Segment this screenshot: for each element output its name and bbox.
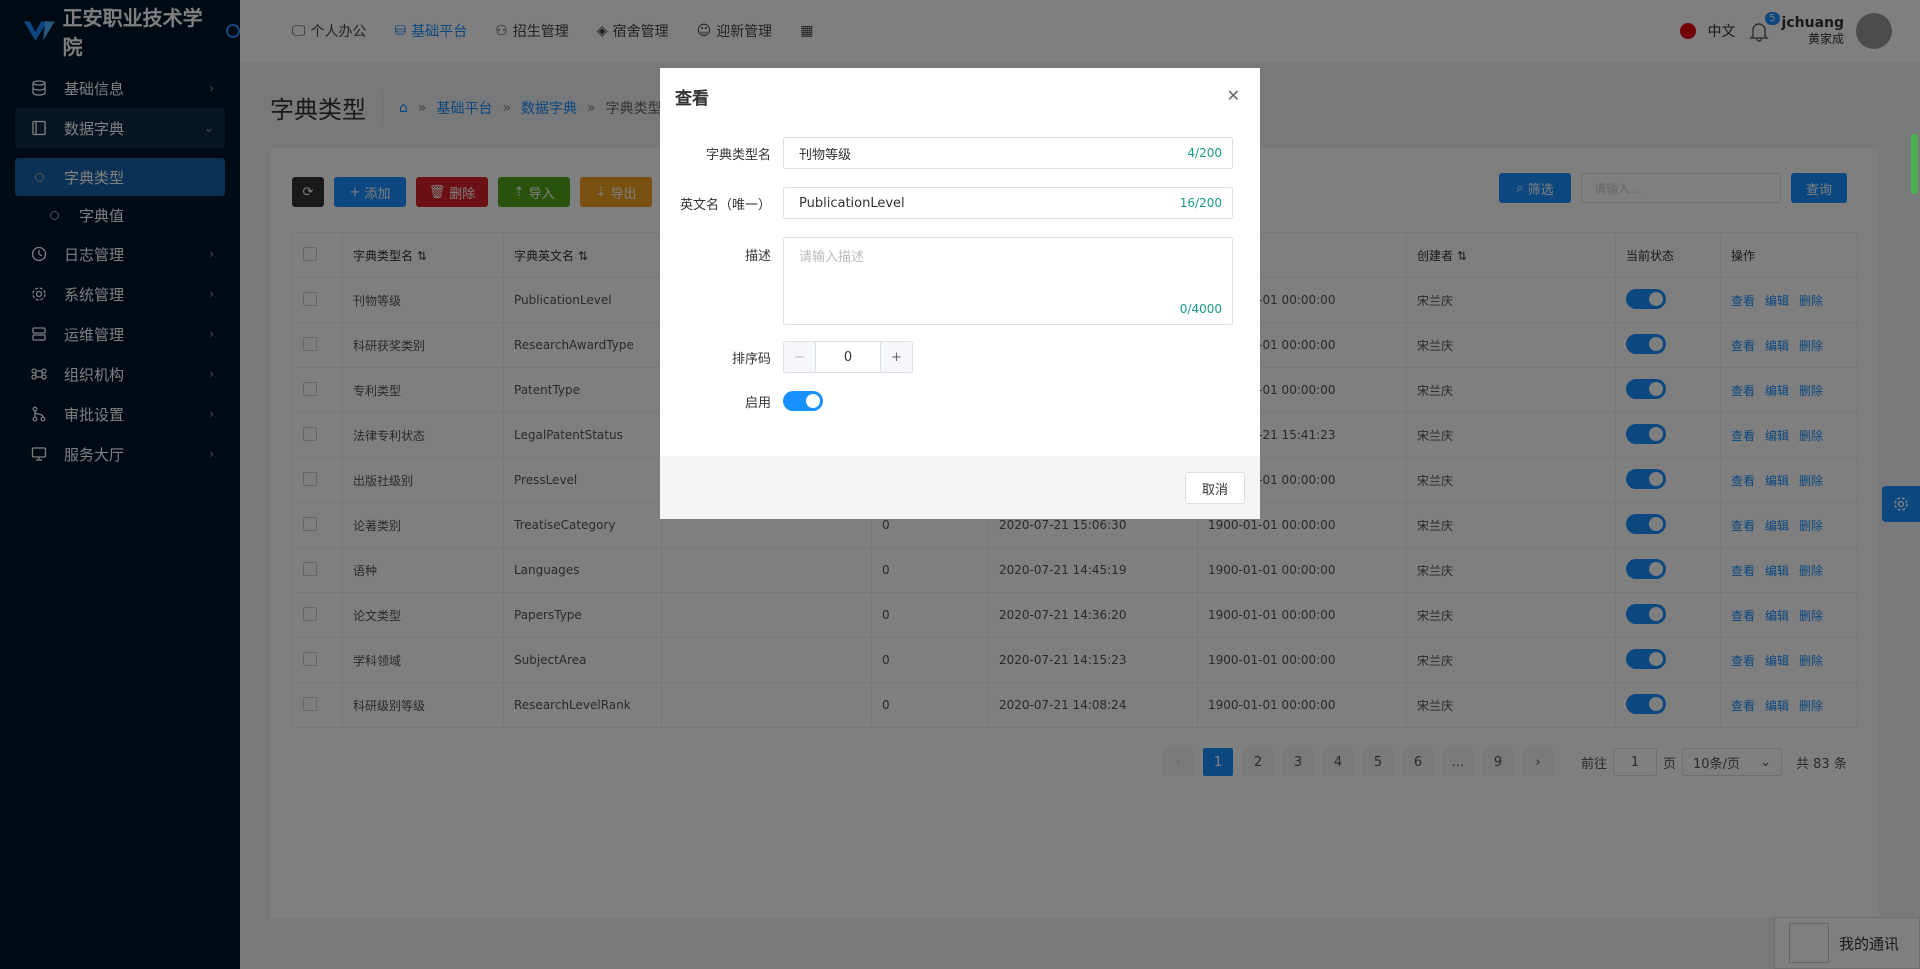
field-name-row: 字典类型名 刊物等级 4/200	[660, 137, 1233, 169]
name-value: 刊物等级	[799, 147, 852, 163]
english-name-field[interactable]: PublicationLevel 16/200	[783, 187, 1233, 219]
sort-value[interactable]: 0	[816, 342, 880, 372]
field-label: 字典类型名	[705, 147, 771, 163]
scrollbar[interactable]	[1911, 134, 1918, 194]
field-enable-row: 启用	[660, 391, 823, 411]
view-dialog: 查看 ✕ 字典类型名 刊物等级 4/200 英文名（唯一） Publication…	[660, 68, 1260, 519]
minus-icon[interactable]: −	[784, 342, 816, 372]
field-sort-row: 排序码 − 0 +	[660, 341, 913, 373]
close-icon[interactable]: ✕	[1227, 86, 1240, 105]
cancel-button[interactable]: 取消	[1185, 472, 1245, 504]
field-en-row: 英文名（唯一） PublicationLevel 16/200	[660, 187, 1233, 219]
char-counter: 4/200	[1187, 146, 1222, 160]
field-desc-row: 描述 请输入描述 0/4000	[660, 237, 1233, 325]
en-value: PublicationLevel	[799, 195, 905, 211]
plus-icon[interactable]: +	[880, 342, 912, 372]
char-counter: 16/200	[1179, 196, 1222, 210]
char-counter: 0/4000	[1179, 302, 1222, 316]
description-field[interactable]: 请输入描述 0/4000	[783, 237, 1233, 325]
field-label: 英文名（唯一）	[679, 197, 771, 213]
enable-toggle[interactable]	[783, 391, 823, 411]
sort-stepper: − 0 +	[783, 341, 913, 373]
dialog-footer: 取消	[660, 456, 1260, 519]
field-label: 启用	[744, 395, 771, 411]
desc-placeholder: 请输入描述	[799, 250, 865, 265]
dialog-title: 查看	[675, 89, 709, 109]
field-label: 排序码	[731, 351, 771, 367]
field-label: 描述	[744, 249, 771, 264]
name-field[interactable]: 刊物等级 4/200	[783, 137, 1233, 169]
